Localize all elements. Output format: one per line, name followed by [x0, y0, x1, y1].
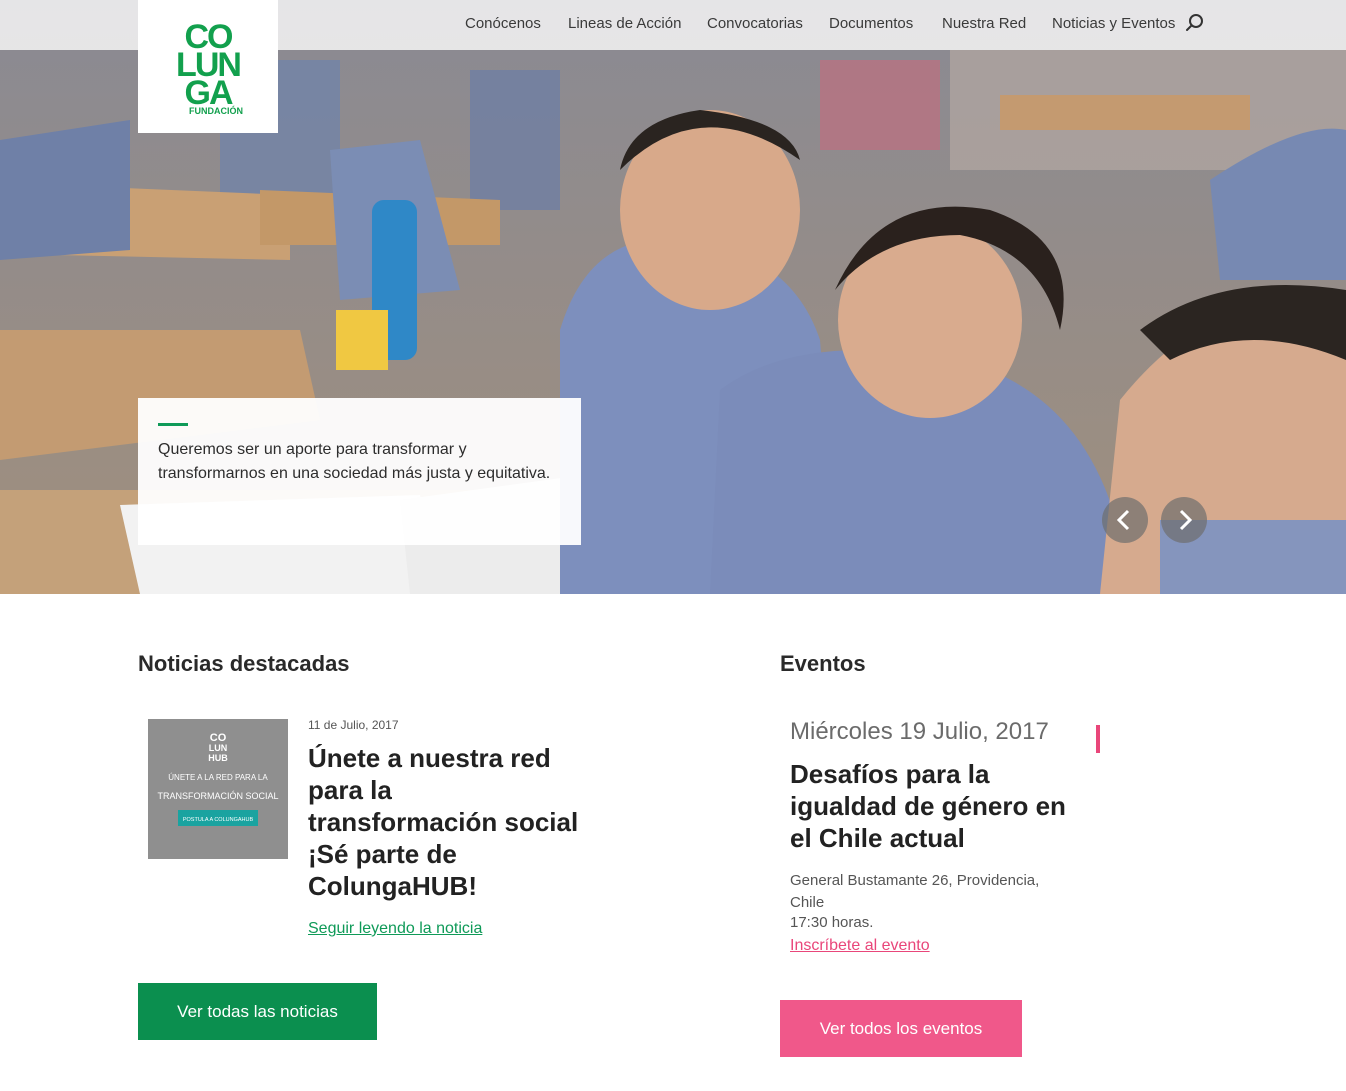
thumb-text-line-1: ÚNETE A LA RED PARA LA	[168, 773, 268, 782]
thumb-logo-line-3: HUB	[208, 753, 228, 763]
caption-accent-bar	[158, 423, 188, 426]
nav-item-nuestra-red[interactable]: Nuestra Red	[942, 15, 1026, 32]
chevron-right-icon	[1179, 509, 1193, 531]
chevron-left-icon	[1116, 509, 1130, 531]
all-news-button[interactable]: Ver todas las noticias	[138, 983, 377, 1040]
event-time: 17:30 horas.	[790, 914, 874, 931]
slider-prev-button[interactable]	[1102, 497, 1148, 543]
nav-item-noticias-y-eventos[interactable]: Noticias y Eventos	[1052, 15, 1175, 32]
event-date: Miércoles 19 Julio, 2017	[790, 718, 1049, 745]
event-register-link[interactable]: Inscríbete al evento	[790, 937, 930, 955]
news-title[interactable]: Únete a nuestra red para la transformaci…	[308, 742, 588, 902]
event-title[interactable]: Desafíos para la igualdad de género en e…	[790, 758, 1070, 854]
event-address: General Bustamante 26, Providencia, Chil…	[790, 872, 1040, 911]
slider-next-button[interactable]	[1161, 497, 1207, 543]
site-logo[interactable]: CO LUN GA FUNDACIÓN	[138, 0, 278, 133]
thumb-text-line-2: TRANSFORMACIÓN SOCIAL	[157, 791, 278, 801]
nav-item-lineas-de-accion[interactable]: Lineas de Acción	[568, 15, 681, 32]
news-date: 11 de Julio, 2017	[308, 718, 399, 732]
all-events-button[interactable]: Ver todos los eventos	[780, 1000, 1022, 1057]
nav-item-conocenos[interactable]: Conócenos	[465, 15, 541, 32]
news-read-more-link[interactable]: Seguir leyendo la noticia	[308, 920, 482, 938]
hero-caption-box: Queremos ser un aporte para transformar …	[138, 398, 581, 545]
colunga-logo: CO LUN GA FUNDACIÓN	[176, 18, 243, 116]
thumb-logo-line-2: LUN	[209, 743, 228, 753]
colungahub-thumbnail-graphic: CO LUN HUB ÚNETE A LA RED PARA LA TRANSF…	[148, 719, 288, 859]
nav-item-documentos[interactable]: Documentos	[829, 15, 913, 32]
news-section-title: Noticias destacadas	[138, 651, 350, 676]
logo-sub: FUNDACIÓN	[189, 105, 243, 116]
hero-caption-text: Queremos ser un aporte para transformar …	[158, 441, 551, 482]
thumb-button-text: POSTULA A COLUNGAHUB	[183, 817, 254, 823]
event-accent-mark	[1096, 725, 1100, 753]
events-section-title: Eventos	[780, 651, 866, 676]
search-icon[interactable]	[1185, 13, 1205, 33]
nav-item-convocatorias[interactable]: Convocatorias	[707, 15, 803, 32]
news-thumbnail[interactable]: CO LUN HUB ÚNETE A LA RED PARA LA TRANSF…	[148, 719, 288, 859]
